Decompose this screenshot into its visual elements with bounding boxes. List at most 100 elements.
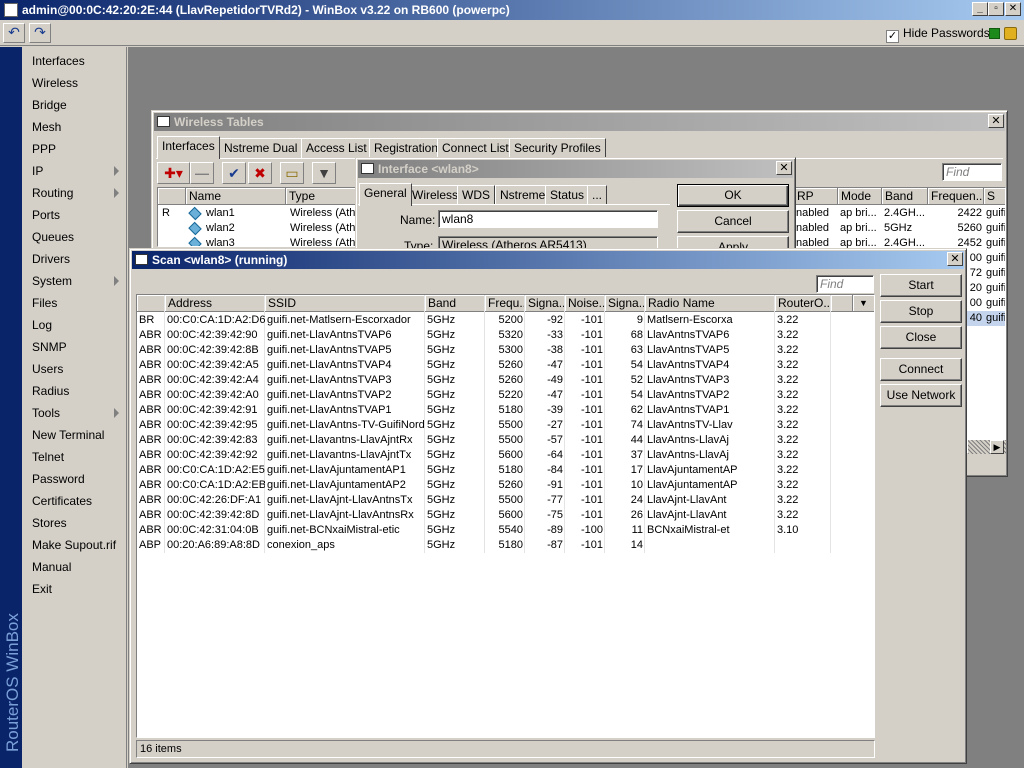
close-button[interactable]: ✕: [1005, 2, 1021, 16]
filter-button[interactable]: ▼: [312, 162, 336, 184]
column-header-address[interactable]: Address: [165, 295, 265, 312]
ssid-cell[interactable]: guifi.net-LlavAntnsTVAP3: [265, 373, 425, 388]
tab-access-list[interactable]: Access List: [301, 138, 372, 158]
wireless-tables-find-input[interactable]: Find: [942, 163, 1002, 181]
comment-button[interactable]: ▭: [280, 162, 304, 184]
menu-item-ip[interactable]: IP: [22, 160, 126, 182]
ssid-cell[interactable]: guifi.net-LlavAntnsTVAP6: [265, 328, 425, 343]
column-header[interactable]: Mode: [838, 188, 882, 205]
tab-status[interactable]: Status: [545, 185, 590, 205]
tab-nstreme-dual[interactable]: Nstreme Dual: [219, 138, 303, 158]
ssid-cell[interactable]: conexion_aps: [265, 538, 425, 553]
tab-interfaces[interactable]: Interfaces: [157, 136, 220, 159]
menu-item-interfaces[interactable]: Interfaces: [22, 50, 126, 72]
undo-button[interactable]: ↶: [3, 23, 25, 43]
interface-dialog-close-button[interactable]: ✕: [776, 161, 792, 175]
ssid-cell[interactable]: guifi.net-LlavAntnsTVAP4: [265, 358, 425, 373]
menu-item-stores[interactable]: Stores: [22, 512, 126, 534]
column-header-routeros-version[interactable]: RouterO...: [775, 295, 831, 312]
minimize-button[interactable]: _: [972, 2, 988, 16]
scroll-right-arrow-icon[interactable]: ▶: [990, 440, 1004, 454]
menu-item-tools[interactable]: Tools: [22, 402, 126, 424]
scan-find-input[interactable]: Find: [816, 275, 874, 293]
add-button[interactable]: ✚▾: [157, 162, 190, 184]
menu-item-make-supout-rif[interactable]: Make Supout.rif: [22, 534, 126, 556]
menu-item-snmp[interactable]: SNMP: [22, 336, 126, 358]
menu-item-new-terminal[interactable]: New Terminal: [22, 424, 126, 446]
column-header[interactable]: Band: [882, 188, 928, 205]
ssid-cell[interactable]: guifi.net-LlavAjnt-LlavAntnsTx: [265, 493, 425, 508]
stop-button[interactable]: Stop: [880, 300, 962, 323]
disable-button[interactable]: ✖: [248, 162, 272, 184]
menu-item-exit[interactable]: Exit: [22, 578, 126, 600]
interface-name-cell[interactable]: wlan1: [204, 206, 284, 221]
ssid-cell[interactable]: guifi.net-LlavAntnsTVAP1: [265, 403, 425, 418]
column-header[interactable]: Frequen...: [928, 188, 984, 205]
column-header-ssid[interactable]: SSID: [265, 295, 425, 312]
menu-item-mesh[interactable]: Mesh: [22, 116, 126, 138]
ssid-cell[interactable]: guifi.net-LlavAjnt-LlavAntnsRx: [265, 508, 425, 523]
start-button[interactable]: Start: [880, 274, 962, 297]
tab-nstreme[interactable]: Nstreme: [495, 185, 551, 205]
ssid-cell[interactable]: guifi.net-Matlsern-Escorxador: [265, 313, 425, 328]
menu-item-certificates[interactable]: Certificates: [22, 490, 126, 512]
column-header-signal-to-noise[interactable]: Signa...: [605, 295, 645, 312]
wireless-tables-close-button[interactable]: ✕: [988, 114, 1004, 128]
menu-item-password[interactable]: Password: [22, 468, 126, 490]
menu-item-manual[interactable]: Manual: [22, 556, 126, 578]
hide-passwords-checkbox[interactable]: ✓ Hide Passwords: [886, 26, 990, 43]
tab-more[interactable]: ...: [587, 185, 608, 205]
interface-dialog-titlebar[interactable]: Interface <wlan8>: [358, 160, 793, 178]
column-header-band[interactable]: Band: [425, 295, 485, 312]
menu-item-routing[interactable]: Routing: [22, 182, 126, 204]
ok-button[interactable]: OK: [677, 184, 789, 207]
tab-wds[interactable]: WDS: [457, 185, 495, 205]
ssid-cell[interactable]: guifi.net-LlavAntnsTVAP2: [265, 388, 425, 403]
name-field[interactable]: wlan8: [438, 210, 658, 228]
ssid-cell[interactable]: guifi.net-LlavAntnsTVAP5: [265, 343, 425, 358]
redo-button[interactable]: ↷: [29, 23, 51, 43]
column-header-flags[interactable]: [137, 295, 165, 312]
connect-button[interactable]: Connect: [880, 358, 962, 381]
ssid-cell[interactable]: guifi.net-LlavAjuntamentAP2: [265, 478, 425, 493]
tab-general[interactable]: General: [359, 183, 412, 206]
use-network-button[interactable]: Use Network: [880, 384, 962, 407]
tab-wireless[interactable]: Wireless: [407, 185, 464, 205]
column-header[interactable]: [158, 188, 186, 205]
menu-item-log[interactable]: Log: [22, 314, 126, 336]
column-header[interactable]: Type: [286, 188, 356, 205]
menu-item-system[interactable]: System: [22, 270, 126, 292]
ssid-cell[interactable]: guifi.net-Llavantns-LlavAjntRx: [265, 433, 425, 448]
menu-item-ports[interactable]: Ports: [22, 204, 126, 226]
column-header[interactable]: Name: [186, 188, 286, 205]
scan-titlebar[interactable]: Scan <wlan8> (running): [132, 251, 964, 269]
column-chooser-icon[interactable]: ▼: [853, 295, 874, 312]
remove-button[interactable]: —: [190, 162, 214, 184]
menu-item-files[interactable]: Files: [22, 292, 126, 314]
wireless-tables-titlebar[interactable]: Wireless Tables: [154, 113, 1005, 131]
enable-button[interactable]: ✔: [222, 162, 246, 184]
maximize-button[interactable]: ▫: [988, 2, 1004, 16]
ssid-cell[interactable]: guifi.net-LlavAjuntamentAP1: [265, 463, 425, 478]
menu-item-wireless[interactable]: Wireless: [22, 72, 126, 94]
cancel-button[interactable]: Cancel: [677, 210, 789, 233]
column-header-noise-floor[interactable]: Noise...: [565, 295, 605, 312]
ssid-cell[interactable]: guifi.net-Llavantns-LlavAjntTx: [265, 448, 425, 463]
column-header-radio-name[interactable]: Radio Name: [645, 295, 775, 312]
column-header-frequency[interactable]: Frequ...: [485, 295, 525, 312]
column-header-signal-strength[interactable]: Signa...: [525, 295, 565, 312]
interface-name-cell[interactable]: wlan3: [204, 236, 284, 246]
tab-registration[interactable]: Registration: [369, 138, 444, 158]
close-button[interactable]: Close: [880, 326, 962, 349]
ssid-cell[interactable]: guifi.net-BCNxaiMistral-etic: [265, 523, 425, 538]
column-header[interactable]: S: [984, 188, 1005, 205]
menu-item-drivers[interactable]: Drivers: [22, 248, 126, 270]
scan-close-x-button[interactable]: ✕: [947, 252, 963, 266]
menu-item-telnet[interactable]: Telnet: [22, 446, 126, 468]
tab-connect-list[interactable]: Connect List: [437, 138, 514, 158]
interface-name-cell[interactable]: wlan2: [204, 221, 284, 236]
menu-item-radius[interactable]: Radius: [22, 380, 126, 402]
menu-item-users[interactable]: Users: [22, 358, 126, 380]
menu-item-ppp[interactable]: PPP: [22, 138, 126, 160]
column-header[interactable]: RP: [794, 188, 838, 205]
